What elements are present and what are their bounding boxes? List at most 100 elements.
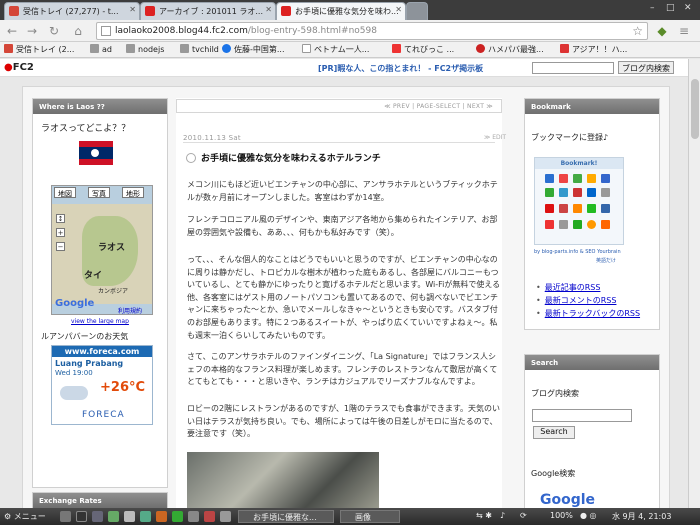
bookmark-hamepaba[interactable]: ハメパバ最強... [476, 44, 544, 55]
zoom-out-icon[interactable]: − [56, 242, 65, 251]
app-icon[interactable] [220, 511, 231, 522]
fc2-search-input[interactable] [532, 62, 614, 74]
scrollbar-thumb[interactable] [691, 79, 699, 139]
bookmark-icon[interactable] [587, 174, 596, 183]
bookmark-icon[interactable] [559, 220, 568, 229]
bookmark-asia[interactable]: アジア！！ハ... [560, 44, 627, 55]
fc2-search-button[interactable]: ブログ内検索 [618, 61, 674, 74]
maximize-icon[interactable]: □ [666, 3, 675, 13]
terminal-icon[interactable] [76, 511, 87, 522]
bookmark-icon[interactable] [545, 188, 554, 197]
bookmark-video[interactable]: 佐藤-中国第... [222, 44, 285, 55]
post-edit-link[interactable]: ≫ EDIT [484, 134, 506, 141]
map-label: ラオス [98, 243, 126, 253]
bookmark-ad[interactable]: ad [90, 44, 112, 54]
filezilla-icon[interactable] [156, 511, 167, 522]
close-icon[interactable]: ✕ [129, 5, 136, 14]
app-icon[interactable] [188, 511, 199, 522]
menu-icon[interactable]: ≡ [676, 23, 692, 39]
start-menu-button[interactable]: ⚙ メニュー [4, 511, 46, 522]
bookmark-icon[interactable] [559, 174, 568, 183]
bookmark-tvchild[interactable]: tvchild [180, 44, 219, 54]
network-icon[interactable]: ⟳ [520, 511, 527, 520]
page-scrollbar[interactable] [688, 59, 700, 508]
blog-search-input[interactable] [532, 409, 632, 422]
map-pan-icon[interactable]: ↕ [56, 214, 65, 223]
tab-gmail[interactable]: 受信トレイ (27,277) - t... ✕ [4, 2, 140, 20]
close-window-icon[interactable]: ✕ [684, 3, 692, 13]
bookmark-credit[interactable]: by blog-parts.info & SEO Yourbrain [534, 249, 621, 255]
fc2-icon [281, 6, 291, 16]
tray-icons[interactable]: ● ◎ [580, 511, 597, 520]
close-icon[interactable]: ✕ [265, 5, 272, 14]
start-menu-label: メニュー [13, 512, 46, 521]
rss-link[interactable]: 最新コメントのRSS [545, 296, 617, 305]
back-icon[interactable]: ← [4, 23, 20, 39]
map-terms-link[interactable]: 利用規約 [118, 306, 142, 314]
tray-icons[interactable]: ⇆ ✱ [476, 511, 492, 520]
reload-icon[interactable]: ↻ [46, 23, 62, 39]
tab-label: 受信トレイ (27,277) - t... [23, 7, 119, 16]
bookmark-icon[interactable] [573, 188, 582, 197]
app-icon[interactable] [92, 511, 103, 522]
home-icon[interactable]: ⌂ [70, 23, 86, 39]
laos-map[interactable]: 地図 写真 地形 ↕ + − ラオス タイ カンボジア Google 利用規約 [51, 185, 153, 315]
bookmark-icon[interactable] [601, 188, 610, 197]
star-icon[interactable]: ☆ [632, 24, 643, 38]
bookmark-nodejs[interactable]: nodejs [126, 44, 164, 54]
zoom-in-icon[interactable]: + [56, 228, 65, 237]
app-icon[interactable] [124, 511, 135, 522]
fc2-promo-link[interactable]: [PR]暇な人、この指とまれ！ - FC2ザ掲示板 [318, 63, 483, 74]
bookmark-terebikko[interactable]: てれびっこ ... [392, 44, 454, 55]
battery-indicator[interactable]: 100% [550, 511, 573, 520]
minimize-icon[interactable]: – [650, 3, 655, 13]
app-icon[interactable] [140, 511, 151, 522]
desktop-icon[interactable] [60, 511, 71, 522]
bookmark-icon[interactable] [587, 188, 596, 197]
sidebar-header-bookmark: Bookmark [525, 99, 659, 114]
fc2-logo[interactable]: ●FC2 [4, 62, 34, 73]
address-bar[interactable]: laolaoko2008.blog44.fc2.com/blog-entry-5… [96, 22, 648, 40]
task-files[interactable]: 画像 [340, 510, 400, 523]
google-logo[interactable]: Google [540, 492, 595, 508]
clock[interactable]: 水 9月 4, 21:03 [612, 511, 671, 522]
bookmark-vietnam[interactable]: ベトナム一人... [302, 44, 369, 55]
bookmark-icon[interactable] [559, 204, 568, 213]
volume-icon[interactable]: ♪ [500, 511, 505, 520]
bookmark-icon[interactable] [601, 220, 610, 229]
forward-icon[interactable]: → [24, 23, 40, 39]
close-icon[interactable]: ✕ [395, 5, 402, 14]
bookmark-icon[interactable] [601, 204, 610, 213]
task-chrome[interactable]: お手頃に優雅な... [238, 510, 334, 523]
hatena-icon[interactable] [545, 174, 554, 183]
bookmark-icon[interactable] [573, 204, 582, 213]
tab-current[interactable]: お手頃に優雅な気分を味わ... ✕ [276, 2, 406, 20]
bookmark-credit-en[interactable]: 英語だけ [596, 257, 616, 264]
bookmark-label: ベトナム一人... [314, 45, 370, 54]
bookmark-icon[interactable] [545, 220, 554, 229]
post-pagination[interactable]: ≪ PREV | PAGE-SELECT | NEXT ≫ [176, 99, 502, 113]
rss-link[interactable]: 最近記事のRSS [545, 283, 601, 292]
social-bookmark-panel[interactable]: Bookmark! [534, 157, 624, 245]
map-tab-map[interactable]: 地図 [54, 187, 76, 198]
large-map-link[interactable]: view the large map [71, 318, 129, 325]
bookmark-gmail[interactable]: 受信トレイ (2... [4, 44, 74, 55]
map-tab-terrain[interactable]: 地形 [122, 187, 144, 198]
app-icon[interactable] [204, 511, 215, 522]
bookmark-icon[interactable] [587, 204, 596, 213]
bookmark-icon[interactable] [573, 174, 582, 183]
map-tab-photo[interactable]: 写真 [88, 187, 110, 198]
bookmark-icon[interactable] [587, 220, 596, 229]
bookmark-icon[interactable] [601, 174, 610, 183]
rss-link[interactable]: 最新トラックバックのRSS [545, 309, 640, 318]
tab-archive[interactable]: アーカイブ : 201011 ラオ... ✕ [140, 2, 276, 20]
app-icon[interactable] [108, 511, 119, 522]
app-icon[interactable] [172, 511, 183, 522]
extension-icon[interactable]: ◆ [654, 23, 670, 39]
bookmark-icon[interactable] [573, 220, 582, 229]
new-tab-button[interactable] [406, 2, 428, 20]
bookmark-icon[interactable] [559, 188, 568, 197]
weather-widget[interactable]: www.foreca.com Luang Prabang Wed 19:00 +… [51, 345, 153, 425]
bookmark-icon[interactable] [545, 204, 554, 213]
blog-search-button[interactable]: Search [533, 426, 575, 439]
